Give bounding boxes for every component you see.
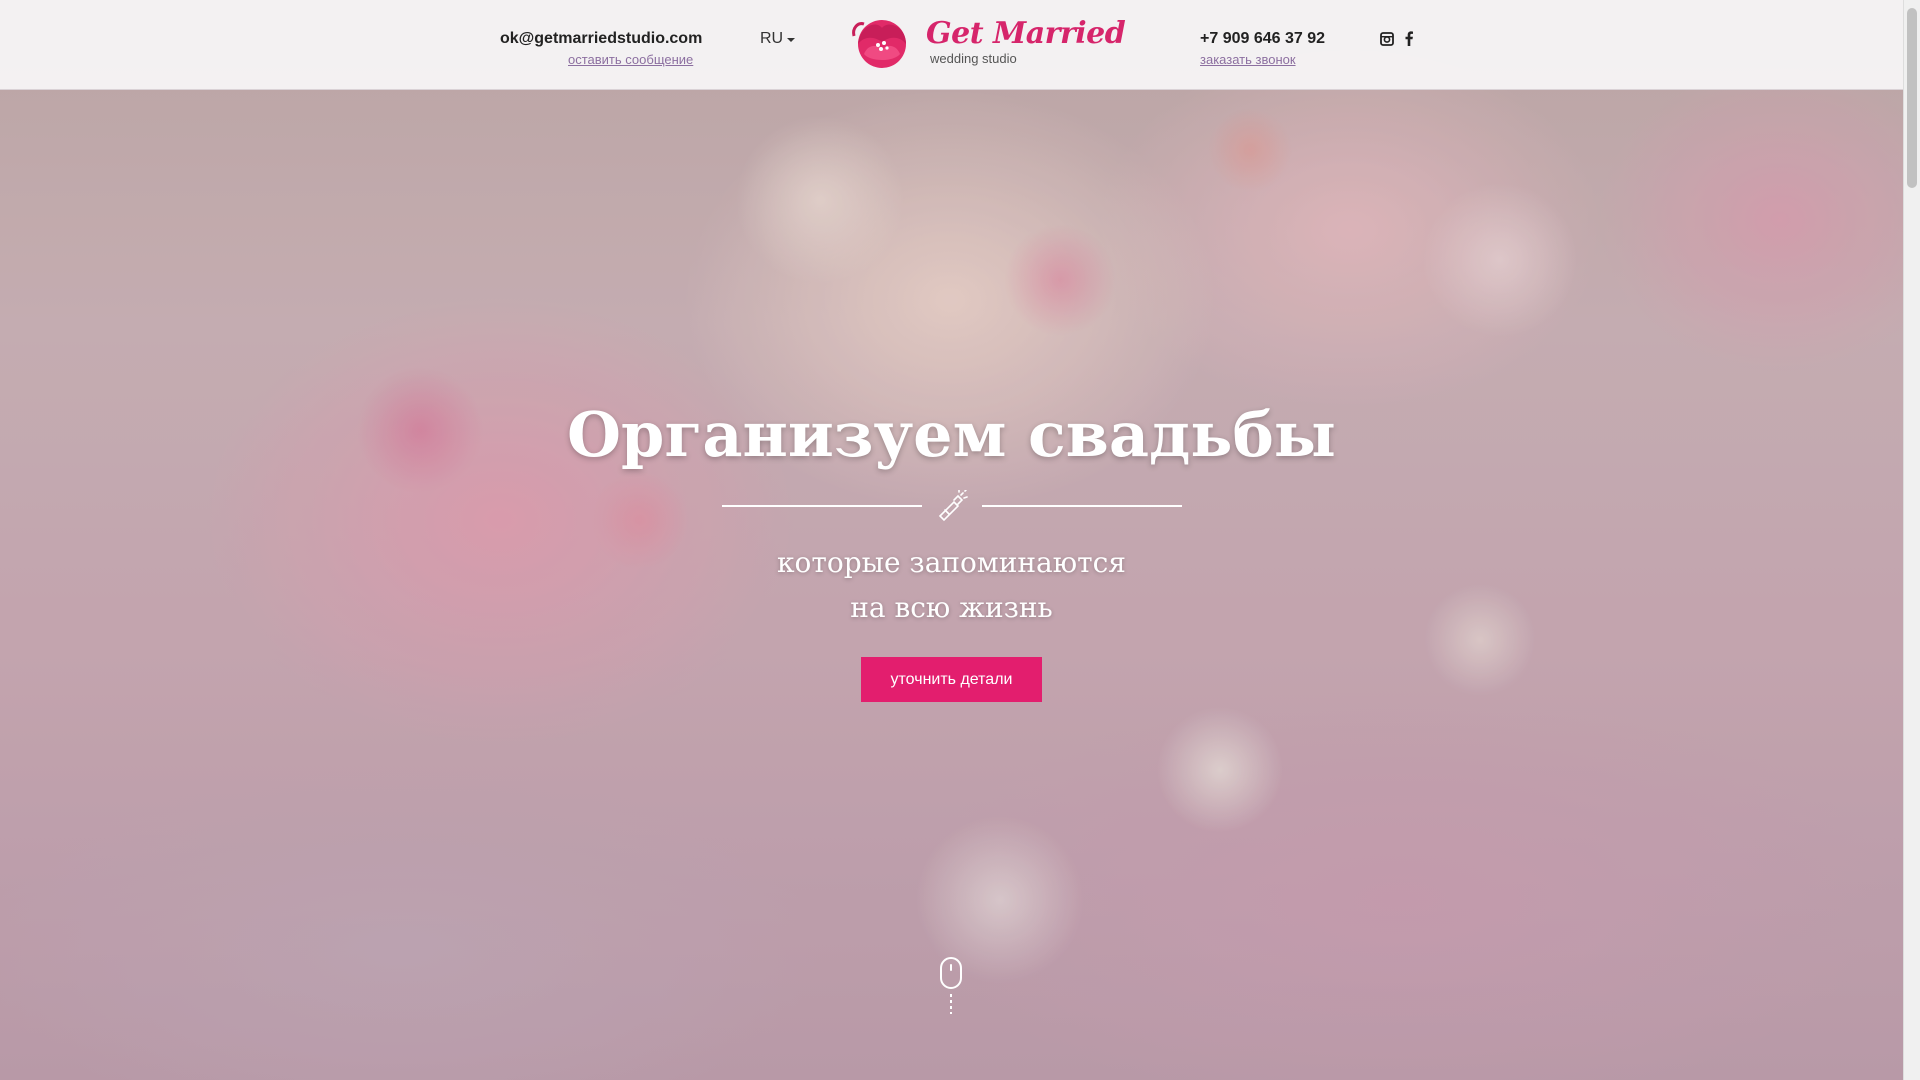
subheadline-line-1: которые запоминаются	[777, 546, 1126, 579]
logo-subtitle: wedding studio	[930, 50, 1017, 66]
hero-subheadline: которые запоминаются на всю жизнь	[0, 540, 1903, 630]
site-header: ok@getmarriedstudio.com оставить сообщен…	[0, 0, 1903, 90]
social-links	[1380, 31, 1414, 51]
language-label: RU	[760, 30, 784, 47]
leave-message-link[interactable]: оставить сообщение	[568, 52, 693, 67]
facebook-icon[interactable]	[1404, 31, 1414, 51]
instagram-icon[interactable]	[1380, 31, 1394, 51]
divider-line-left	[722, 505, 922, 507]
headline-divider	[722, 490, 1182, 522]
scroll-indicator-dots	[950, 994, 952, 1014]
logo-title: Get Married	[926, 15, 1126, 51]
contact-phone[interactable]: +7 909 646 37 92	[1200, 30, 1325, 48]
scrollbar-thumb[interactable]	[1907, 8, 1917, 188]
scroll-down-mouse-icon[interactable]	[940, 957, 962, 989]
champagne-bottle-icon	[938, 490, 968, 522]
divider-line-right	[982, 505, 1182, 507]
hero-headline: Организуем свадьбы	[567, 398, 1336, 471]
language-selector[interactable]: RU	[760, 30, 796, 48]
site-logo[interactable]: Get Married wedding studio	[850, 14, 1126, 70]
page-scrollbar[interactable]	[1903, 0, 1920, 1080]
request-call-link[interactable]: заказать звонок	[1200, 52, 1296, 67]
details-button[interactable]: уточнить детали	[861, 657, 1042, 702]
contact-email[interactable]: ok@getmarriedstudio.com	[500, 30, 702, 48]
subheadline-line-2: на всю жизнь	[850, 591, 1053, 624]
peony-flower-icon	[852, 20, 906, 68]
chevron-down-icon	[787, 38, 796, 42]
